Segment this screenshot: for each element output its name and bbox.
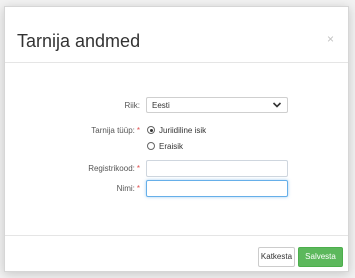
registry-code-label: Registrikood: * xyxy=(10,164,140,174)
dialog-title: Tarnija andmed xyxy=(17,31,141,51)
registry-code-label-text: Registrikood: xyxy=(88,164,135,173)
country-label-text: Riik: xyxy=(124,101,140,110)
registry-code-field[interactable] xyxy=(146,160,288,177)
name-label-text: Nimi: xyxy=(116,184,135,193)
supplier-type-label-text: Tarnija tüüp: xyxy=(91,126,135,135)
dialog-header: Tarnija andmed × xyxy=(5,7,348,63)
required-mark: * xyxy=(136,164,140,173)
footer-divider xyxy=(5,235,348,236)
radio-label-private-person: Eraisik xyxy=(159,142,184,151)
required-mark: * xyxy=(136,126,140,135)
close-icon[interactable]: × xyxy=(327,33,334,45)
country-label: Riik: xyxy=(10,101,140,111)
radio-button[interactable] xyxy=(147,142,155,150)
name-field[interactable] xyxy=(146,180,288,197)
radio-label-legal-entity: Juriidiline isik xyxy=(159,126,207,135)
supplier-dialog: Tarnija andmed × Riik: Eesti Tarnija tüü… xyxy=(4,6,349,272)
country-select[interactable]: Eesti xyxy=(146,97,288,113)
required-mark: * xyxy=(136,184,140,193)
save-button[interactable]: Salvesta xyxy=(298,247,343,267)
name-label: Nimi: * xyxy=(10,184,140,194)
supplier-type-label: Tarnija tüüp: * xyxy=(10,126,140,136)
country-select-value: Eesti xyxy=(152,101,170,110)
chevron-down-icon xyxy=(272,102,282,108)
radio-button-checked[interactable] xyxy=(147,126,155,134)
cancel-button[interactable]: Katkesta xyxy=(258,247,295,267)
